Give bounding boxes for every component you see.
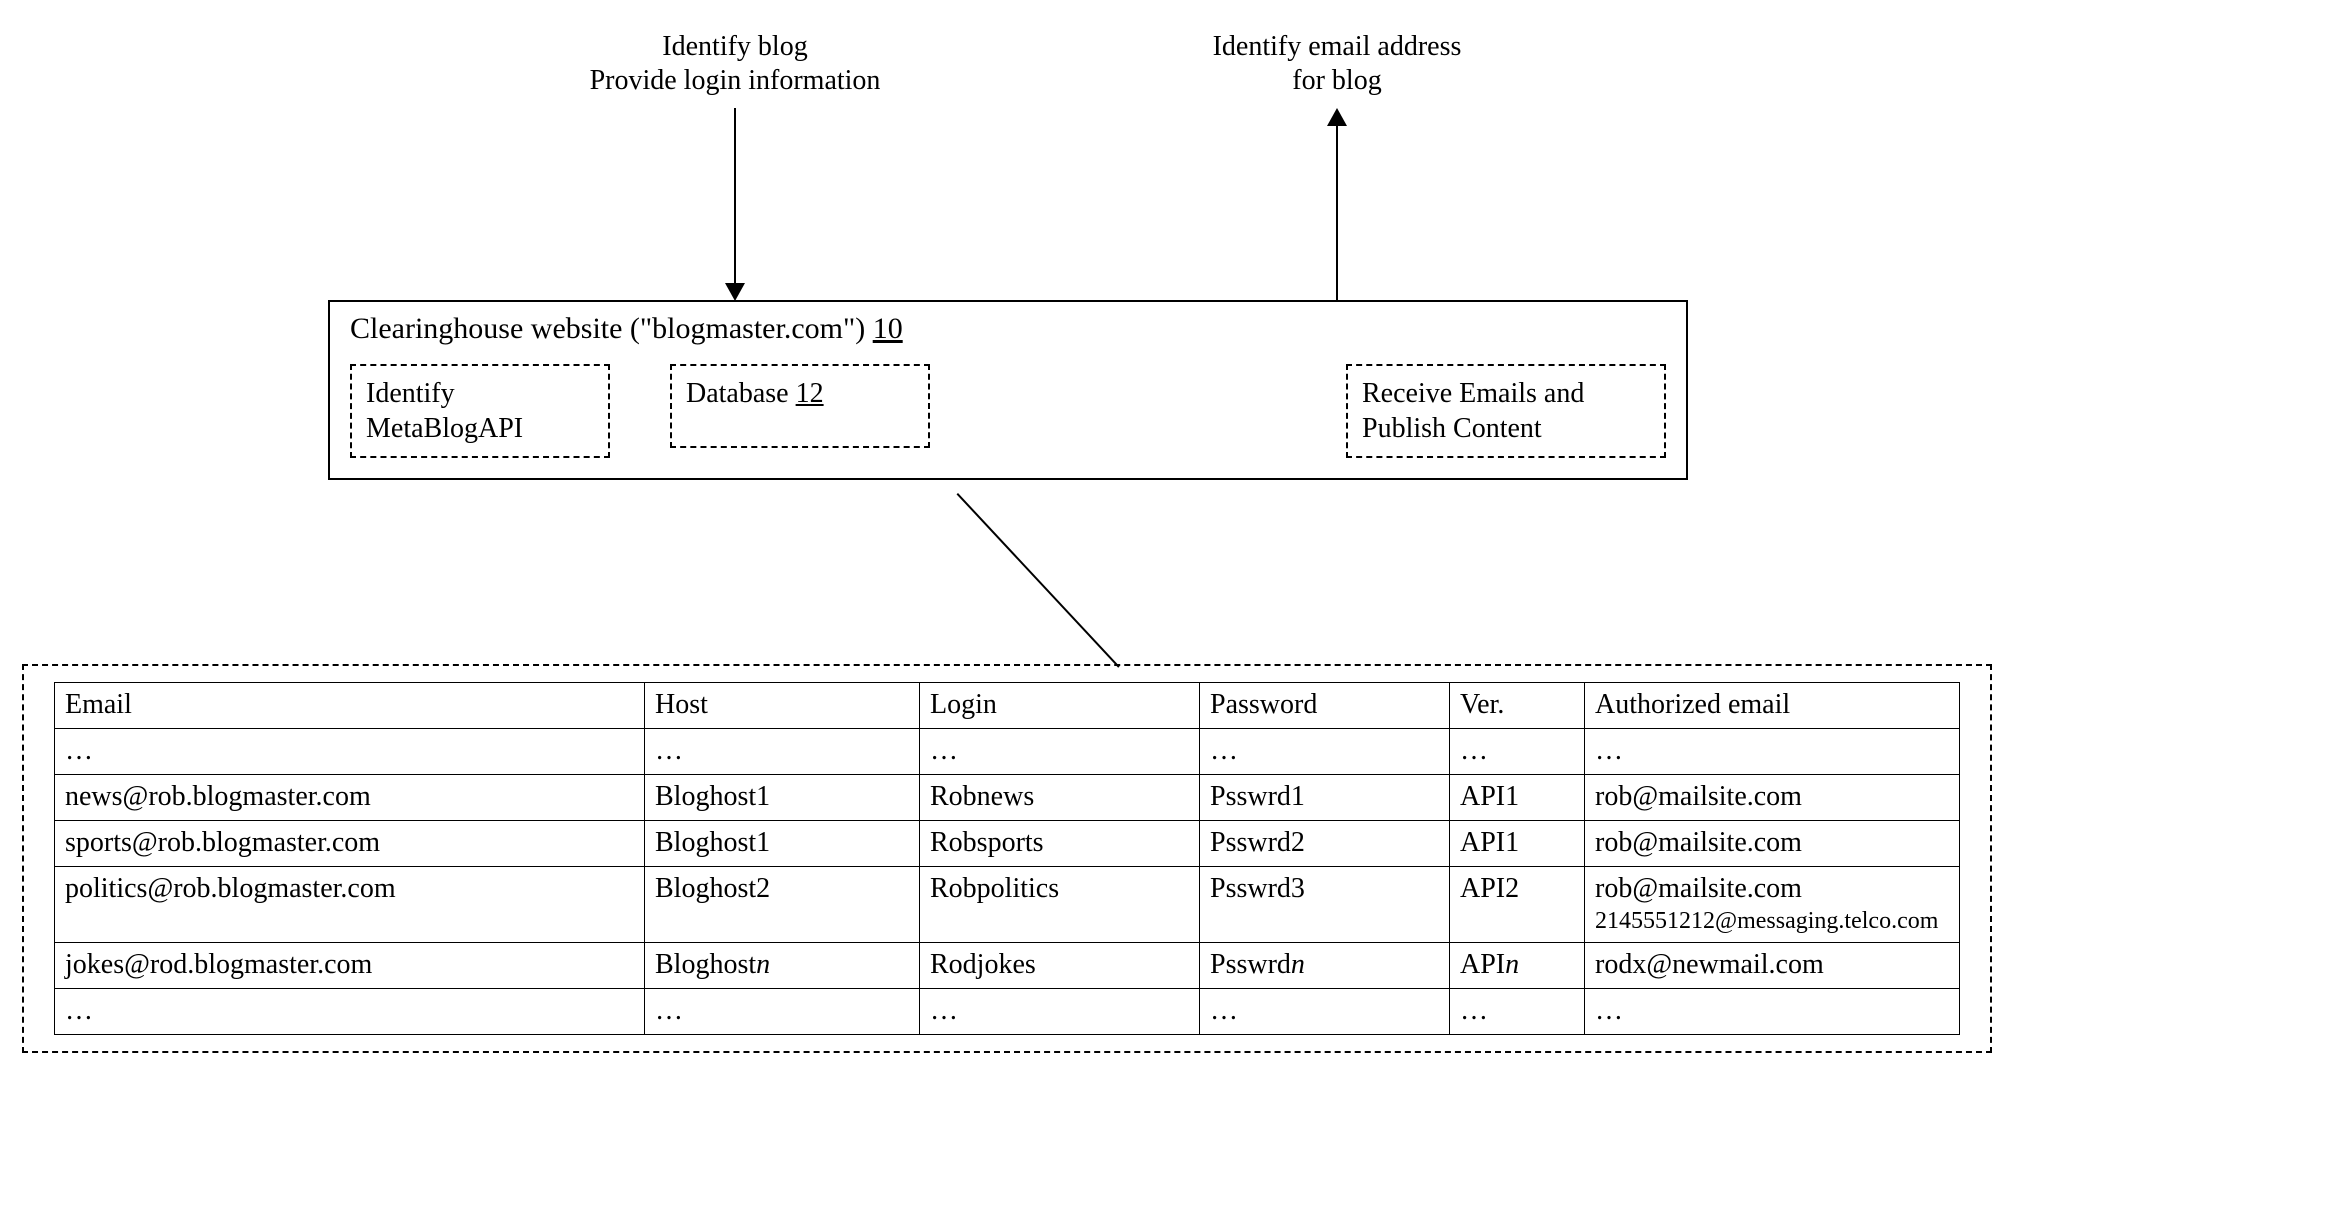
clearinghouse-ref-10: 10: [873, 312, 903, 345]
cell-email: jokes@rod.blogmaster.com: [55, 943, 645, 989]
box2-text: Database: [686, 378, 796, 409]
database-table-container: Email Host Login Password Ver. Authorize…: [22, 664, 1992, 1053]
cell-ellipsis: …: [1200, 989, 1450, 1035]
cell-host: Bloghost1: [645, 775, 920, 821]
cell-ellipsis: …: [1585, 729, 1960, 775]
cell-pw-suffix: n: [1291, 949, 1305, 980]
cell-ellipsis: …: [645, 989, 920, 1035]
table-header-row: Email Host Login Password Ver. Authorize…: [55, 683, 1960, 729]
cell-auth: rodx@newmail.com: [1585, 943, 1960, 989]
col-ver: Ver.: [1450, 683, 1585, 729]
col-host: Host: [645, 683, 920, 729]
cell-email: news@rob.blogmaster.com: [55, 775, 645, 821]
cell-host-prefix: Bloghost: [655, 949, 756, 980]
cell-password: Psswrd3: [1200, 867, 1450, 943]
cell-ellipsis: …: [645, 729, 920, 775]
box-receive-publish: Receive Emails and Publish Content: [1346, 364, 1666, 458]
box-identify-metablogapi: Identify MetaBlogAPI: [350, 364, 610, 458]
cell-password: Psswrdn: [1200, 943, 1450, 989]
cell-ellipsis: …: [920, 989, 1200, 1035]
col-login: Login: [920, 683, 1200, 729]
cell-auth-line2: 2145551212@messaging.telco.com: [1595, 906, 1949, 936]
box-database: Database 12: [670, 364, 930, 448]
table-row: politics@rob.blogmaster.com Bloghost2 Ro…: [55, 867, 1960, 943]
cell-ellipsis: …: [920, 729, 1200, 775]
cell-ellipsis: …: [1200, 729, 1450, 775]
label-identify-email: Identify email address for blog: [1213, 30, 1462, 97]
cell-host: Bloghost2: [645, 867, 920, 943]
cell-ver-suffix: n: [1505, 949, 1519, 980]
cell-ver-prefix: API: [1460, 949, 1505, 980]
clearinghouse-title-text: Clearinghouse website ("blogmaster.com"): [350, 312, 873, 345]
table-row: jokes@rod.blogmaster.com Bloghostn Rodjo…: [55, 943, 1960, 989]
cell-password: Psswrd1: [1200, 775, 1450, 821]
box3-l2: Publish Content: [1362, 411, 1650, 446]
box2-ref: 12: [796, 378, 824, 409]
table-row: news@rob.blogmaster.com Bloghost1 Robnew…: [55, 775, 1960, 821]
cell-login: Rodjokes: [920, 943, 1200, 989]
clearinghouse-box: Clearinghouse website ("blogmaster.com")…: [328, 300, 1688, 480]
cell-login: Robpolitics: [920, 867, 1200, 943]
callout-line-database-to-table: [957, 493, 1120, 668]
clearinghouse-title: Clearinghouse website ("blogmaster.com")…: [350, 312, 1666, 346]
label-identify-email-l1: Identify email address: [1213, 30, 1462, 64]
cell-host: Bloghostn: [645, 943, 920, 989]
cell-ellipsis: …: [55, 989, 645, 1035]
cell-ver: API2: [1450, 867, 1585, 943]
label-identify-blog: Identify blog Provide login information: [590, 30, 881, 97]
label-identify-blog-l2: Provide login information: [590, 64, 881, 98]
table-row-ellipsis-top: … … … … … …: [55, 729, 1960, 775]
table-row-ellipsis-bottom: … … … … … …: [55, 989, 1960, 1035]
cell-ellipsis: …: [1450, 729, 1585, 775]
box1-l1: Identify: [366, 376, 594, 411]
label-identify-blog-l1: Identify blog: [590, 30, 881, 64]
box1-l2: MetaBlogAPI: [366, 411, 594, 446]
database-table: Email Host Login Password Ver. Authorize…: [54, 682, 1960, 1035]
cell-ver: APIn: [1450, 943, 1585, 989]
cell-email: politics@rob.blogmaster.com: [55, 867, 645, 943]
cell-auth: rob@mailsite.com: [1585, 821, 1960, 867]
cell-host: Bloghost1: [645, 821, 920, 867]
cell-auth-line1: rob@mailsite.com: [1595, 871, 1949, 906]
clearinghouse-inner-row: Identify MetaBlogAPI Database 12 Receive…: [350, 364, 1666, 458]
table-row: sports@rob.blogmaster.com Bloghost1 Robs…: [55, 821, 1960, 867]
col-password: Password: [1200, 683, 1450, 729]
col-email: Email: [55, 683, 645, 729]
label-identify-email-l2: for blog: [1213, 64, 1462, 98]
cell-ver: API1: [1450, 821, 1585, 867]
cell-email: sports@rob.blogmaster.com: [55, 821, 645, 867]
col-auth: Authorized email: [1585, 683, 1960, 729]
cell-ellipsis: …: [1450, 989, 1585, 1035]
cell-login: Robsports: [920, 821, 1200, 867]
cell-pw-prefix: Psswrd: [1210, 949, 1291, 980]
cell-ellipsis: …: [1585, 989, 1960, 1035]
cell-auth: rob@mailsite.com: [1585, 775, 1960, 821]
cell-ellipsis: …: [55, 729, 645, 775]
cell-host-suffix: n: [756, 949, 770, 980]
cell-ver: API1: [1450, 775, 1585, 821]
cell-password: Psswrd2: [1200, 821, 1450, 867]
cell-login: Robnews: [920, 775, 1200, 821]
diagram-canvas: Identify blog Provide login information …: [0, 0, 2335, 1217]
box3-l1: Receive Emails and: [1362, 376, 1650, 411]
cell-auth: rob@mailsite.com 2145551212@messaging.te…: [1585, 867, 1960, 943]
